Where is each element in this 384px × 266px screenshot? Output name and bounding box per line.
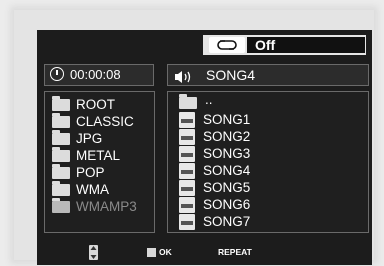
repeat-mode-value[interactable]: Off (247, 37, 365, 53)
open-folder-icon (52, 198, 70, 213)
wma-file-icon (179, 146, 195, 162)
now-playing-display: SONG4 (167, 64, 369, 86)
file-list-panel: .. SONG1 SONG2 SONG3 SONG4 SONG5 SONG6 S… (167, 91, 369, 233)
folder-icon (52, 96, 70, 111)
control-hint-bar: OK REPEAT (37, 240, 372, 265)
speaker-icon (174, 69, 196, 89)
ok-button-icon (147, 248, 156, 257)
wma-file-icon (179, 180, 195, 196)
repeat-icon (209, 37, 245, 53)
elapsed-time-display: 00:00:08 (44, 64, 154, 86)
clock-icon (50, 67, 64, 81)
folder-icon (52, 181, 70, 196)
folder-icon (52, 164, 70, 179)
repeat-hint-label: REPEAT (218, 247, 252, 257)
folder-icon (52, 130, 70, 145)
folder-icon (52, 113, 70, 128)
ok-hint-label: OK (159, 247, 172, 257)
repeat-status-bar: Off (203, 35, 366, 55)
mp3-file-icon (179, 163, 195, 179)
up-down-icon (89, 245, 98, 260)
mp3-file-icon (179, 197, 195, 213)
mp3-file-icon (179, 129, 195, 145)
folder-icon (52, 147, 70, 162)
now-playing-track: SONG4 (206, 67, 256, 83)
folder-list-panel: ROOT CLASSIC JPG METAL POP WMA WMAMP3 (44, 91, 155, 233)
mp3-file-icon (179, 214, 195, 230)
elapsed-time: 00:00:08 (70, 67, 121, 82)
wma-file-icon (179, 112, 195, 128)
folder-icon (179, 94, 197, 109)
